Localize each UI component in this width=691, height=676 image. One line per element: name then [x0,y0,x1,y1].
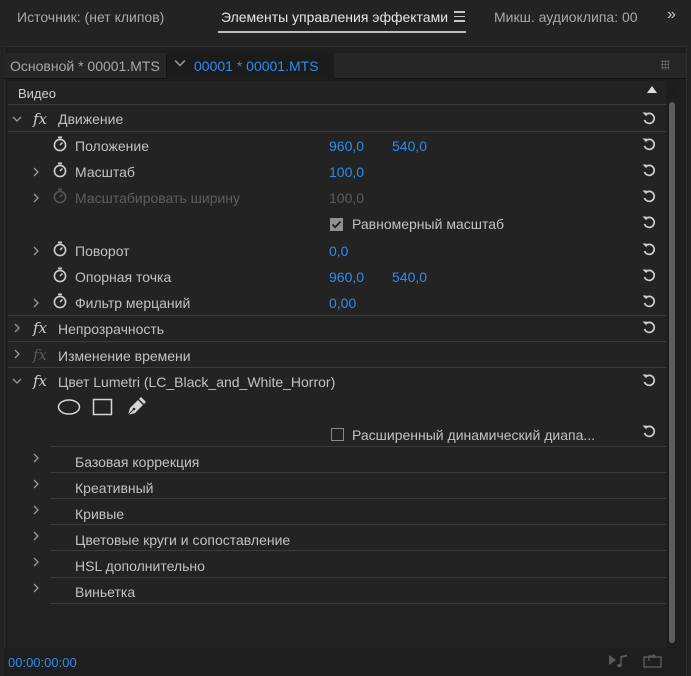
divider [8,367,666,368]
param-label-position: Положение [75,138,149,154]
chevron-right-icon[interactable] [31,557,41,567]
anchor-y-value[interactable]: 540,0 [392,269,427,285]
video-section-header: Видео [18,86,56,101]
reset-icon[interactable] [641,373,657,387]
hdr-checkbox[interactable] [331,428,344,441]
sequence-clip-label[interactable]: 00001 * 00001.MTS [194,58,319,74]
play-audio-icon[interactable] [608,653,630,669]
effect-name-motion: Движение [58,111,124,127]
chevron-down-icon[interactable] [12,114,22,124]
divider [50,472,666,473]
divider [50,446,666,447]
divider [50,550,666,551]
reset-icon[interactable] [641,215,657,229]
more-tabs-icon[interactable]: » [667,6,676,24]
reset-icon[interactable] [641,163,657,177]
chevron-right-icon[interactable] [31,505,41,515]
chevron-right-icon[interactable] [12,323,22,333]
export-icon[interactable] [643,652,663,668]
scroll-to-top-icon[interactable] [647,86,657,93]
reset-icon[interactable] [641,294,657,308]
lumetri-section-color-wheels[interactable]: Цветовые круги и сопоставление [75,532,290,548]
divider [8,104,666,105]
reset-icon[interactable] [641,424,657,438]
panel-grip-icon[interactable] [661,60,669,70]
reset-icon[interactable] [641,268,657,282]
lumetri-section-creative[interactable]: Креативный [75,480,154,496]
divider [50,524,666,525]
position-x-value[interactable]: 960,0 [329,138,364,154]
uniform-scale-label: Равномерный масштаб [352,216,505,232]
stopwatch-icon [52,188,68,204]
panel-menu-icon[interactable] [454,11,465,22]
chevron-down-icon[interactable] [174,57,186,69]
effect-name-time-remap: Изменение времени [58,348,191,364]
rotation-value[interactable]: 0,0 [329,243,348,259]
param-label-flicker: Фильтр мерцаний [75,295,191,311]
stopwatch-icon[interactable] [52,162,68,178]
chevron-right-icon[interactable] [31,193,41,203]
effect-name-opacity: Непрозрачность [58,321,165,337]
divider [50,603,666,604]
param-label-scale-width: Масштабировать ширину [75,190,241,206]
chevron-right-icon[interactable] [31,479,41,489]
reset-icon[interactable] [641,189,657,203]
flicker-value[interactable]: 0,00 [329,295,356,311]
chevron-down-icon[interactable] [12,376,22,386]
ellipse-mask-icon[interactable] [57,398,81,416]
chevron-right-icon[interactable] [31,298,41,308]
fx-toggle-motion[interactable]: fx [33,110,47,128]
lumetri-section-hsl[interactable]: HSL дополнительно [75,558,205,574]
chevron-right-icon[interactable] [12,349,22,359]
anchor-x-value[interactable]: 960,0 [329,269,364,285]
reset-icon[interactable] [641,111,657,125]
param-label-scale: Масштаб [75,164,135,180]
lumetri-section-vignette[interactable]: Виньетка [75,584,135,600]
fx-toggle-lumetri[interactable]: fx [33,372,47,390]
scale-value[interactable]: 100,0 [329,164,364,180]
chevron-right-icon[interactable] [31,453,41,463]
stopwatch-icon[interactable] [52,136,68,152]
chevron-right-icon[interactable] [31,531,41,541]
tab-effect-controls[interactable]: Элементы управления эффектами [221,9,448,25]
scale-width-value: 100,0 [329,190,365,206]
rectangle-mask-icon[interactable] [92,398,114,416]
scrollbar-thumb[interactable] [669,102,675,643]
chevron-right-icon[interactable] [31,583,41,593]
tab-audio-clip-mixer[interactable]: Микш. аудиоклипа: 00 [494,9,638,25]
hdr-label: Расширенный динамический диапа... [352,427,596,443]
check-icon [331,220,342,229]
stopwatch-icon[interactable] [52,293,68,309]
reset-icon[interactable] [641,320,657,334]
pen-mask-icon[interactable] [125,396,147,418]
stopwatch-icon[interactable] [52,267,68,283]
divider [50,498,666,499]
reset-icon[interactable] [641,137,657,151]
timecode-display[interactable]: 00:00:00:00 [8,655,77,670]
active-tab-underline [218,31,466,33]
uniform-scale-checkbox[interactable] [330,218,343,231]
stopwatch-icon[interactable] [52,241,68,257]
divider [50,577,666,578]
param-label-anchor-point: Опорная точка [75,269,172,285]
divider [8,131,666,132]
lumetri-section-curves[interactable]: Кривые [75,506,124,522]
master-clip-label[interactable]: Основной * 00001.MTS [10,58,160,74]
fx-toggle-opacity[interactable]: fx [33,319,47,337]
tab-source[interactable]: Источник: (нет клипов) [17,9,164,25]
lumetri-section-basic[interactable]: Базовая коррекция [75,454,199,470]
divider [8,315,666,316]
fx-toggle-time-remap: fx [33,346,48,364]
reset-icon[interactable] [641,242,657,256]
chevron-right-icon[interactable] [31,246,41,256]
param-label-rotation: Поворот [75,243,130,259]
chevron-right-icon[interactable] [31,167,41,177]
position-y-value[interactable]: 540,0 [392,138,427,154]
divider [8,341,666,342]
effect-name-lumetri: Цвет Lumetri (LC_Black_and_White_Horror) [58,374,336,390]
panel-footer [4,648,686,676]
